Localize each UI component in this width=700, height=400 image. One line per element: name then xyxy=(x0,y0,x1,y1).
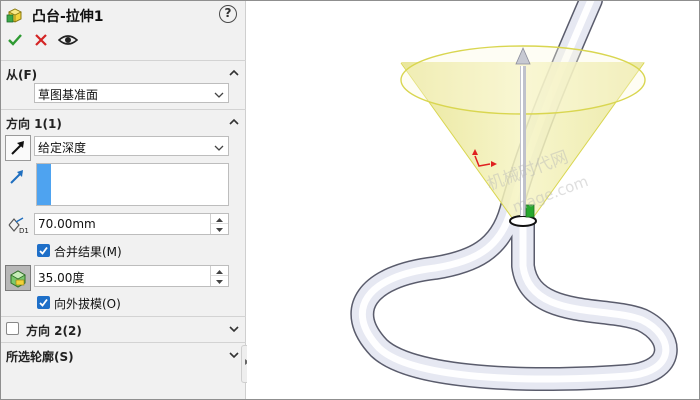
start-condition-value: 草图基准面 xyxy=(38,88,99,102)
divider xyxy=(0,316,246,317)
draft-outward-checkbox[interactable] xyxy=(37,296,50,309)
depth-spinner xyxy=(210,214,228,234)
section-title-direction1: 方向 1(1) xyxy=(6,117,62,131)
chevron-down-icon[interactable] xyxy=(228,323,240,335)
extrude-boss-icon xyxy=(6,6,24,24)
spin-up-icon[interactable] xyxy=(211,266,228,276)
sketch-profile xyxy=(509,215,537,227)
direction-reference-listbox[interactable] xyxy=(36,163,229,206)
section-header-direction1[interactable]: 方向 1(1) xyxy=(0,111,246,133)
reverse-direction-icon[interactable] xyxy=(5,135,31,161)
help-button[interactable]: ? xyxy=(219,5,237,23)
depth-input[interactable]: 70.00mm xyxy=(34,213,229,235)
chevron-down-icon[interactable] xyxy=(228,349,240,361)
svg-text:D1: D1 xyxy=(19,227,29,235)
graphics-viewport[interactable]: 机械时代网 mage.com xyxy=(247,0,700,400)
spin-up-icon[interactable] xyxy=(211,214,228,224)
listbox-focus-bar xyxy=(37,164,51,205)
spin-down-icon[interactable] xyxy=(211,276,228,286)
start-condition-select[interactable]: 草图基准面 xyxy=(34,83,229,103)
draft-angle-spinner xyxy=(210,266,228,286)
end-condition-value: 给定深度 xyxy=(38,141,87,155)
divider xyxy=(0,342,246,343)
chevron-up-icon[interactable] xyxy=(228,116,240,128)
draft-outward-label: 向外拔模(O) xyxy=(54,297,121,311)
draft-angle-input[interactable]: 35.00度 xyxy=(34,265,229,287)
section-title-from: 从(F) xyxy=(6,68,38,82)
section-title-selected-contours: 所选轮廓(S) xyxy=(6,350,74,364)
direction-vector-icon xyxy=(7,167,27,187)
draft-angle-value: 35.00度 xyxy=(38,271,85,285)
ok-checkmark-icon[interactable] xyxy=(7,32,23,48)
chevron-up-icon[interactable] xyxy=(228,67,240,79)
merge-result-checkbox[interactable] xyxy=(37,244,50,257)
section-header-selected-contours[interactable]: 所选轮廓(S) xyxy=(0,344,246,366)
depth-value: 70.00mm xyxy=(38,217,96,231)
model-preview: 机械时代网 mage.com xyxy=(350,0,678,392)
chevron-down-icon xyxy=(214,89,224,99)
preview-eye-icon[interactable] xyxy=(57,32,79,48)
section-header-direction2[interactable]: 方向 2(2) xyxy=(0,318,246,340)
depth-dimension-icon: D1 xyxy=(7,215,31,235)
divider xyxy=(0,60,246,61)
property-manager: 凸台-拉伸1 ? 从(F) 草图基准面 方向 1(1) 给定深度 D1 70.0… xyxy=(0,0,246,400)
direction2-checkbox[interactable] xyxy=(6,322,19,335)
chevron-down-icon xyxy=(214,142,224,152)
merge-result-label: 合并结果(M) xyxy=(54,245,122,259)
page-title: 凸台-拉伸1 xyxy=(32,9,104,25)
draft-toggle-icon[interactable] xyxy=(5,265,31,291)
divider xyxy=(0,109,246,110)
section-header-from[interactable]: 从(F) xyxy=(0,62,246,84)
end-condition-select[interactable]: 给定深度 xyxy=(34,136,229,156)
property-manager-header: 凸台-拉伸1 ? xyxy=(0,0,246,58)
section-title-direction2: 方向 2(2) xyxy=(26,324,82,338)
cancel-x-icon[interactable] xyxy=(33,32,49,48)
spin-down-icon[interactable] xyxy=(211,224,228,234)
